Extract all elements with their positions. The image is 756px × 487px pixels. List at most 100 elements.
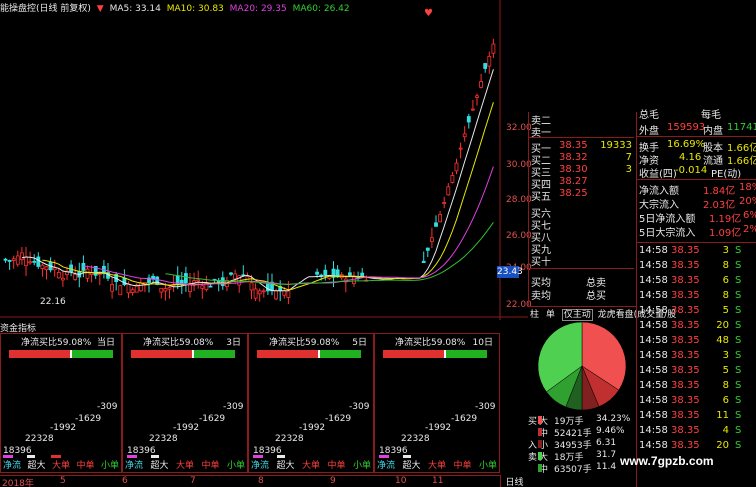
legend-net: 净流 — [251, 461, 270, 471]
quote-value: 1.84亿 — [703, 186, 736, 197]
bid-row[interactable]: 买三 38.30 3 — [531, 164, 634, 179]
quote-row: 5日净流入额 1.19亿6% — [639, 210, 756, 225]
tick-side: S — [735, 245, 742, 256]
tick-side: S — [735, 290, 742, 301]
candle-body — [118, 285, 123, 296]
tick-list[interactable]: 14:58 38.35 3 S 14:58 38.35 8 S 14:58 38.35 6 S 1… — [636, 242, 756, 487]
fund-panel-today: 净流买比59.08% 当日 -309 -1629 -1992 22328 183… — [0, 333, 122, 473]
bid-row[interactable]: 买十 — [531, 253, 634, 268]
date-tick: 5 — [60, 476, 66, 486]
legend-s: 小单 — [100, 461, 119, 471]
tick-row: 14:58 38.35 48 S — [639, 335, 756, 350]
tick-row: 14:58 38.35 3 S — [639, 245, 756, 260]
candle-body — [36, 256, 41, 267]
quote-row: 换手 16.69% 股本 1.66亿 — [639, 139, 756, 154]
avg-sell-label: 卖均 — [531, 291, 551, 302]
quote-label: 5日大宗流入 — [639, 228, 696, 239]
fund-panel-period[interactable]: 3日 — [226, 335, 241, 348]
legend-xl: 超大 — [150, 461, 169, 471]
fund-panel-title: 净流买比59.08% — [143, 338, 214, 348]
bid-price: 38.35 — [559, 140, 588, 151]
legend-s: 小单 — [352, 461, 371, 471]
bid-label: 买五 — [531, 192, 551, 203]
quote-label: PE(动) — [711, 169, 742, 180]
bid-row[interactable]: 买二 38.32 7 — [531, 152, 634, 167]
candle-body — [315, 271, 320, 275]
tick-volume: 8 — [722, 260, 729, 271]
fund-panel-title: 净流买比59.08% — [395, 338, 466, 348]
tick-time: 14:58 — [639, 275, 668, 286]
candle-body — [15, 255, 20, 265]
quote-value: 18% — [739, 182, 756, 193]
candle-body — [470, 108, 475, 111]
bid-volume: 3 — [625, 164, 632, 175]
tick-volume: 3 — [722, 350, 729, 361]
tick-volume: 48 — [716, 335, 729, 346]
kline-chart[interactable]: 能操盘控(日线 前复权) ▼ MA5: 33.14 MA10: 30.83 MA… — [0, 0, 532, 320]
candle-body — [479, 81, 484, 88]
candle-body — [85, 268, 90, 279]
bid-row[interactable]: 买一 38.35 19333 — [531, 140, 634, 155]
quote-value: 20% — [739, 196, 756, 207]
bid-row[interactable]: 买四 38.27 — [531, 176, 634, 191]
tick-volume: 4 — [722, 425, 729, 436]
fund-indicator-title[interactable]: 资金指标 — [0, 321, 36, 334]
candle-body — [126, 283, 131, 294]
fund-panel-period[interactable]: 5日 — [352, 335, 367, 348]
bid-row[interactable]: 买六 — [531, 205, 634, 220]
tick-time: 14:58 — [639, 395, 668, 406]
bid-row[interactable]: 买七 — [531, 217, 634, 232]
bid-price: 38.30 — [559, 164, 588, 175]
flow-row: 中 52421手 9.46% — [528, 426, 636, 439]
legend-m: 中单 — [201, 461, 220, 471]
candle-body — [253, 288, 258, 299]
tick-time: 14:58 — [639, 305, 668, 316]
ma-line — [83, 166, 494, 286]
bid-row[interactable]: 买九 — [531, 241, 634, 256]
tick-row: 14:58 38.35 8 S — [639, 380, 756, 395]
bid-row[interactable]: 买八 — [531, 229, 634, 244]
candle-body — [163, 288, 168, 292]
quote-row: 收益(四) -0.014 PE(动) — [639, 165, 756, 180]
candle-body — [155, 276, 160, 285]
fund-value: -1992 — [50, 423, 77, 433]
tick-side: S — [735, 335, 742, 346]
period-button[interactable]: 日线 — [500, 475, 528, 487]
fund-value: -1992 — [425, 423, 452, 433]
tick-row: 14:58 38.35 5 S — [639, 365, 756, 380]
date-tick: 8 — [258, 476, 264, 486]
quote-value: 16.69% — [667, 139, 706, 150]
flow-pct: 11.4 — [596, 462, 617, 472]
quote-value: -0.014 — [675, 165, 708, 176]
flow-pct: 34.23% — [596, 414, 631, 424]
fund-panel-10d: 净流买比59.08% 10日 -309 -1629 -1992 22328 18… — [374, 333, 500, 473]
candle-body — [11, 258, 16, 261]
legend-net: 净流 — [3, 461, 22, 471]
bid-row[interactable]: 买五 38.25 — [531, 188, 634, 203]
tick-time: 14:58 — [639, 410, 668, 421]
candle-body — [282, 290, 287, 296]
bid-volume: 7 — [625, 152, 632, 163]
fund-panel-period[interactable]: 10日 — [473, 335, 493, 348]
quote-label: 净流入额 — [639, 186, 679, 197]
total-buy-label: 总买 — [586, 291, 606, 302]
fund-panel-period[interactable]: 当日 — [97, 335, 115, 348]
tick-volume: 20 — [716, 320, 729, 331]
legend-xl: 超大 — [276, 461, 295, 471]
quote-value: 159593 — [667, 122, 706, 133]
date-axis: 2018年 5 6 7 8 9 10 11 — [0, 475, 500, 487]
candle-body — [352, 276, 356, 284]
fund-panel-title: 净流买比59.08% — [21, 338, 92, 348]
candle-body — [425, 247, 430, 251]
pie-toolbar: 柱 单 仅主动 龙虎看盘(成交量/股 — [528, 306, 676, 321]
tick-volume: 5 — [722, 365, 729, 376]
candle-body — [28, 261, 33, 264]
tick-row: 14:58 38.35 20 S — [639, 320, 756, 335]
legend-xl: 超大 — [27, 461, 46, 471]
candle-body — [56, 272, 61, 279]
tick-price: 38.35 — [671, 440, 700, 451]
flow-row: 入小 34953手 6.31 — [528, 438, 636, 451]
tick-side: S — [735, 275, 742, 286]
tick-side: S — [735, 320, 742, 331]
candle-body — [151, 275, 156, 280]
